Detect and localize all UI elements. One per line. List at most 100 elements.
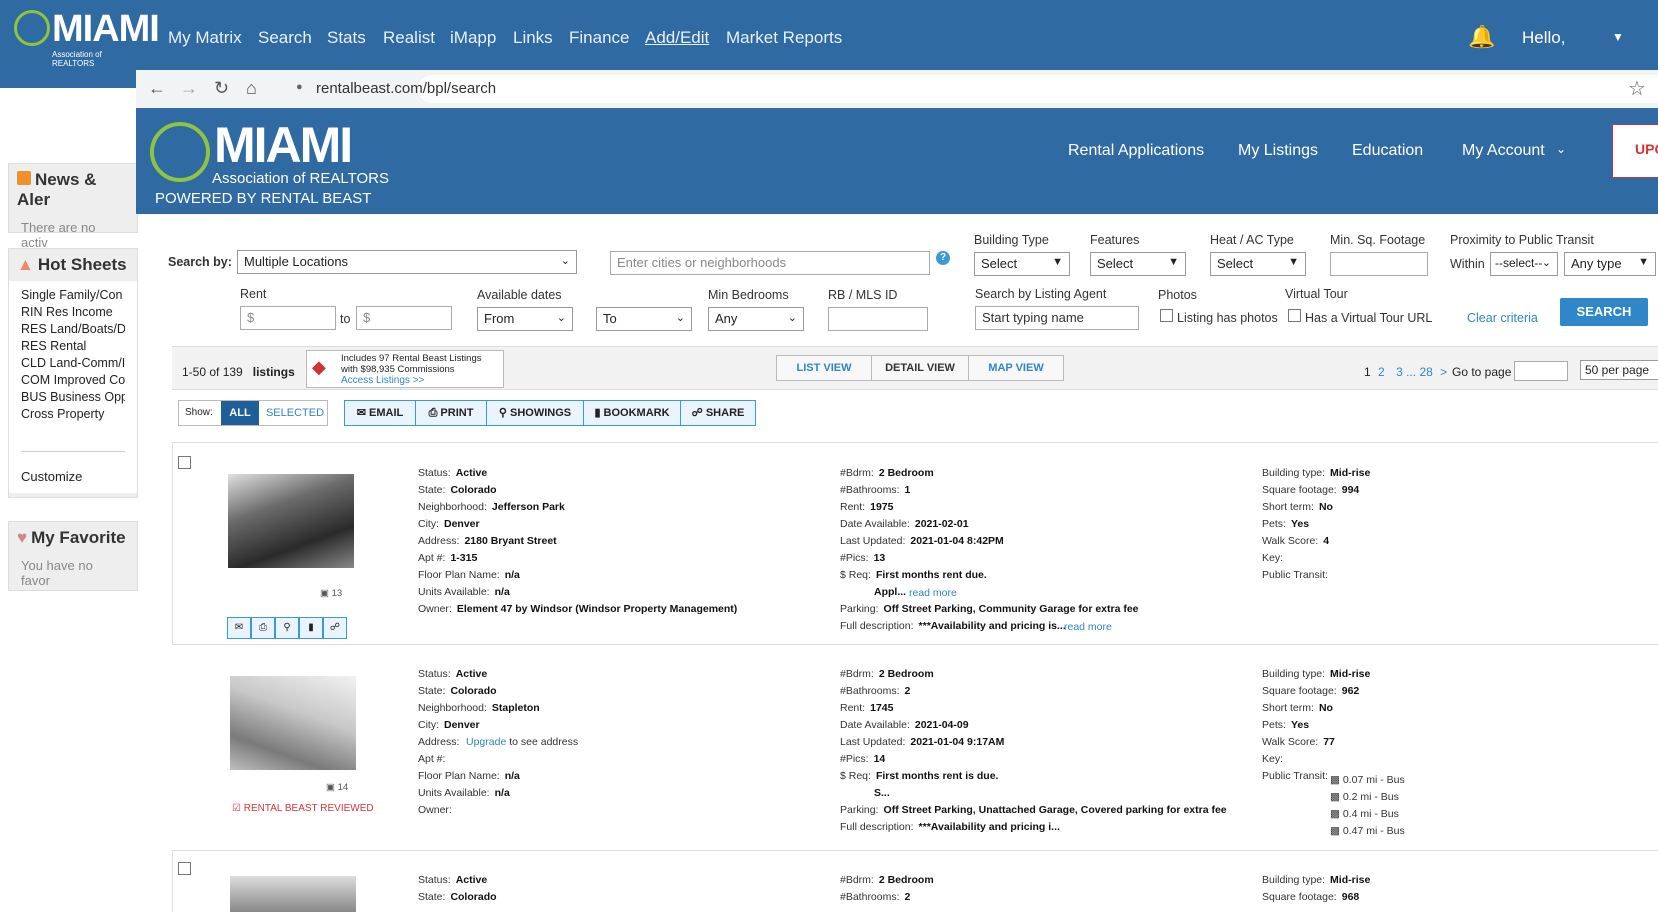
address-bar[interactable] [418, 75, 1658, 103]
within-select[interactable]: --select-- ⌄ [1490, 252, 1558, 276]
listing-photo[interactable] [230, 876, 356, 912]
nav-realist[interactable]: Realist [383, 28, 435, 48]
caret-down-icon: ▼ [1638, 256, 1649, 268]
location-select[interactable]: Multiple Locations ⌄ [237, 250, 577, 274]
page-link[interactable]: 28 [1419, 365, 1432, 379]
page-link[interactable]: 1 [1364, 365, 1371, 379]
miami-logo[interactable]: MIAMI Association of REALTORS [14, 8, 160, 68]
caret-down-icon: ▼ [1288, 256, 1299, 268]
nav-imapp[interactable]: iMapp [450, 28, 496, 48]
go-to-page-input[interactable] [1514, 361, 1568, 381]
tab-detail-view[interactable]: DETAIL VIEW [871, 355, 969, 381]
listing-photo[interactable] [230, 676, 356, 770]
email-icon[interactable]: ✉ [227, 617, 251, 639]
virtual-tour-checkbox[interactable] [1288, 309, 1301, 322]
read-more-link[interactable]: read more [1064, 619, 1112, 636]
upgrade-link[interactable]: Upgrade [466, 736, 506, 748]
back-icon[interactable]: ← [148, 78, 166, 99]
nav-my-listings[interactable]: My Listings [1238, 142, 1318, 160]
virtual-tour-check-label[interactable]: Has a Virtual Tour URL [1305, 311, 1432, 325]
listing-photo[interactable] [228, 474, 354, 568]
field-value: 1-315 [450, 552, 478, 564]
read-more-link[interactable]: read more [909, 585, 957, 602]
hot-sheet-item[interactable]: RES Rental [21, 338, 125, 355]
has-photos-checkbox[interactable] [1160, 309, 1173, 322]
show-selected-button[interactable]: SELECTED [263, 401, 327, 425]
forward-icon[interactable]: → [180, 78, 198, 99]
page-link[interactable]: 2 [1378, 365, 1385, 379]
nav-market-reports[interactable]: Market Reports [726, 28, 842, 48]
page-link[interactable]: 3 [1396, 365, 1403, 379]
url-text[interactable]: rentalbeast.com/bpl/search [316, 80, 496, 97]
nav-my-account[interactable]: My Account [1462, 142, 1545, 160]
listing-checkbox[interactable] [178, 862, 191, 875]
heat-ac-select[interactable]: Select ▼ [1210, 252, 1306, 276]
chevron-down-icon[interactable]: ▼ [1612, 30, 1624, 44]
per-page-select[interactable]: 50 per page [1580, 360, 1658, 380]
date-from-select[interactable]: From ⌄ [477, 307, 573, 331]
print-button[interactable]: ⎙ PRINT [415, 400, 487, 426]
min-sqft-input[interactable] [1330, 252, 1428, 276]
min-bedrooms-select[interactable]: Any ⌄ [708, 307, 804, 331]
reload-icon[interactable]: ↻ [214, 78, 229, 99]
bookmark-icon[interactable]: ▮ [299, 617, 323, 639]
print-icon[interactable]: ⎙ [251, 617, 275, 639]
email-button[interactable]: ✉ EMAIL [344, 400, 416, 426]
hot-sheet-item[interactable]: Single Family/Con [21, 287, 125, 304]
nav-education[interactable]: Education [1352, 142, 1423, 160]
customize-link[interactable]: Customize [21, 451, 125, 485]
date-to-select[interactable]: To ⌄ [596, 307, 692, 331]
hot-sheet-item[interactable]: RIN Res Income [21, 304, 125, 321]
field-label: Rent: [840, 702, 866, 714]
field-value: No [1318, 501, 1333, 513]
clear-criteria-link[interactable]: Clear criteria [1467, 311, 1538, 325]
hot-sheet-item[interactable]: RES Land/Boats/D [21, 321, 125, 338]
hot-sheet-item[interactable]: BUS Business Opp [21, 389, 125, 406]
transit-type-select[interactable]: Any type ▼ [1564, 252, 1656, 276]
rb-mls-input[interactable] [828, 307, 928, 331]
listing-field: Owner: Element 47 by Windsor (Windsor Pro… [418, 601, 737, 618]
hot-sheets-widget: ▲ Hot Sheets Single Family/Con RIN Res In… [8, 248, 138, 498]
access-listings-link[interactable]: Access Listings >> [341, 375, 424, 386]
upgrade-button[interactable]: UPG [1612, 124, 1658, 178]
share-button[interactable]: ☍ SHARE [680, 400, 756, 426]
show-toggle: Show: ALL SELECTED [178, 400, 328, 426]
help-icon[interactable]: ? [936, 251, 950, 265]
nav-rental-applications[interactable]: Rental Applications [1068, 142, 1204, 160]
bell-icon[interactable]: 🔔 [1468, 24, 1495, 50]
nav-finance[interactable]: Finance [569, 28, 629, 48]
link-icon[interactable]: ☍ [323, 617, 347, 639]
nav-search[interactable]: Search [258, 28, 312, 48]
chevron-down-icon: ⌄ [556, 312, 566, 324]
hot-sheet-item[interactable]: CLD Land-Comm/I [21, 355, 125, 372]
star-icon[interactable]: ☆ [1628, 76, 1646, 101]
tab-map-view[interactable]: MAP VIEW [968, 355, 1064, 381]
show-all-button[interactable]: ALL [221, 401, 259, 425]
key-icon[interactable]: ⚲ [275, 617, 299, 639]
greeting[interactable]: Hello, [1522, 28, 1565, 48]
hot-sheet-item[interactable]: Cross Property [21, 406, 125, 423]
hot-sheet-item[interactable]: COM Improved Co [21, 372, 125, 389]
has-photos-label[interactable]: Listing has photos [1177, 311, 1278, 325]
field-label: Units Available: [418, 787, 490, 799]
showings-button[interactable]: ⚲ SHOWINGS [486, 400, 584, 426]
listing-agent-input[interactable]: Start typing name [975, 306, 1139, 330]
chevron-down-icon[interactable]: ⌄ [1556, 142, 1566, 156]
promo-box[interactable]: ◆ Includes 97 Rental Beast Listings with… [306, 350, 504, 388]
nav-add-edit[interactable]: Add/Edit [645, 28, 709, 48]
nav-links[interactable]: Links [513, 28, 553, 48]
nav-my-matrix[interactable]: My Matrix [168, 28, 242, 48]
next-page-link[interactable]: > [1440, 365, 1447, 379]
home-icon[interactable]: ⌂ [246, 78, 257, 99]
features-select[interactable]: Select ▼ [1090, 252, 1186, 276]
building-type-select[interactable]: Select ▼ [974, 252, 1070, 276]
bookmark-button[interactable]: ▮ BOOKMARK [583, 400, 681, 426]
field-label: Status: [418, 874, 451, 886]
cities-input[interactable]: Enter cities or neighborhoods [610, 251, 930, 275]
tab-list-view[interactable]: LIST VIEW [776, 355, 872, 381]
rent-max-input[interactable]: $ [356, 306, 452, 330]
search-button[interactable]: SEARCH [1560, 298, 1648, 326]
rent-min-input[interactable]: $ [240, 306, 336, 330]
listing-checkbox[interactable] [178, 456, 191, 469]
nav-stats[interactable]: Stats [327, 28, 366, 48]
